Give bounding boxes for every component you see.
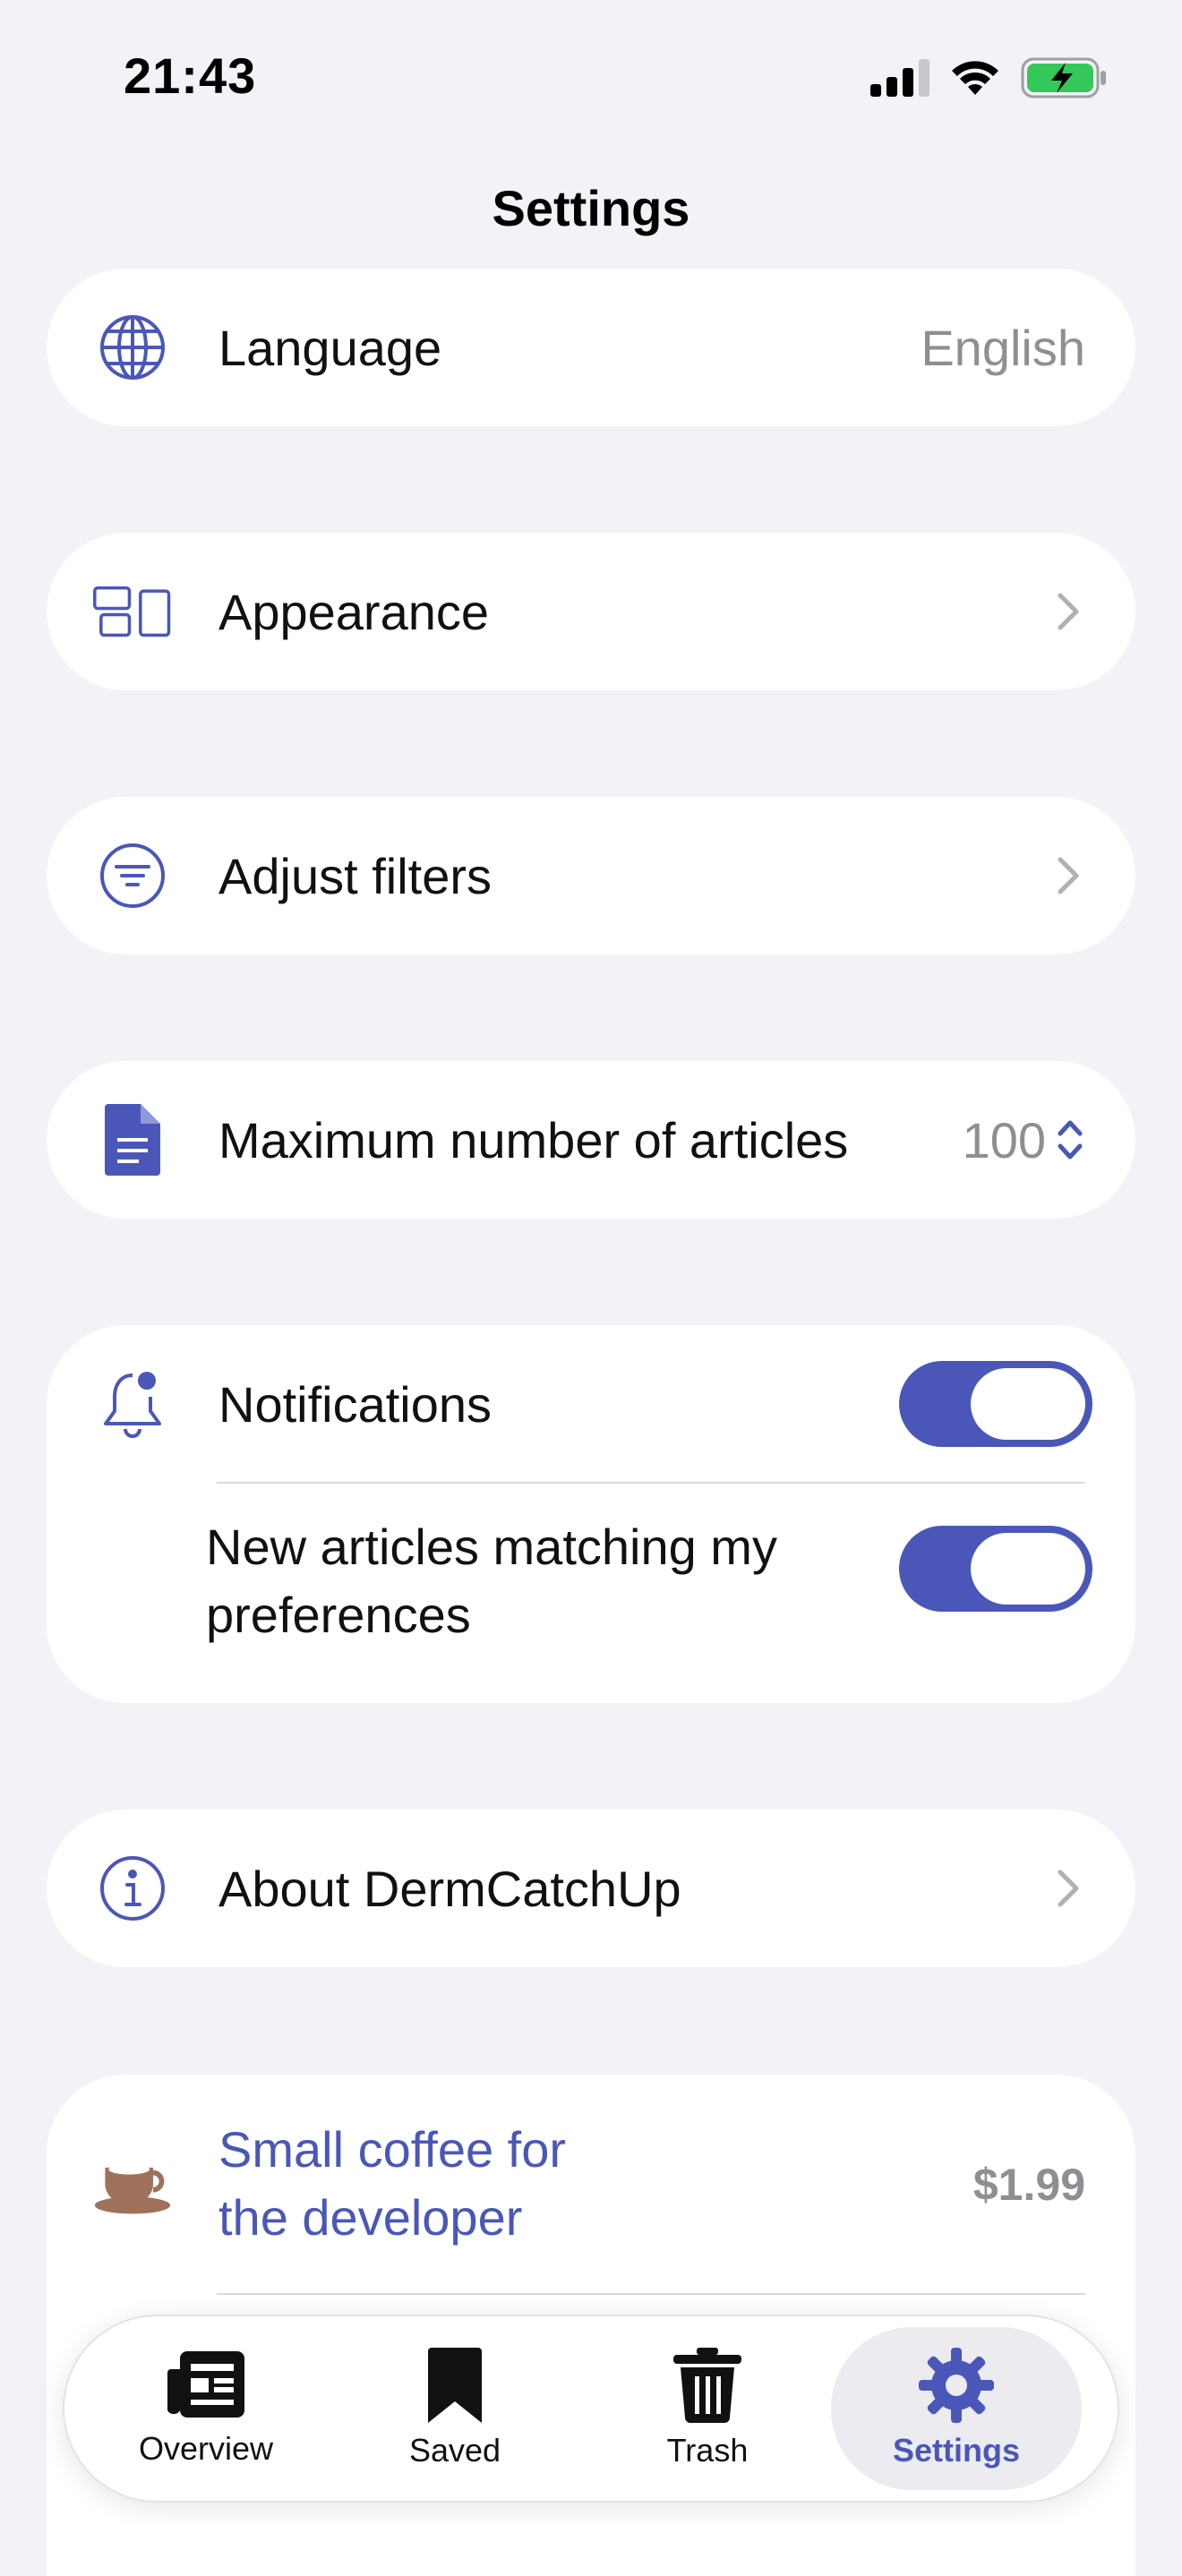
max-articles-value[interactable]: 100 — [963, 1111, 1046, 1169]
about-card: About DermCatchUp — [47, 1810, 1135, 1967]
notifications-toggle[interactable] — [899, 1361, 1092, 1447]
stepper-updown-icon[interactable] — [1055, 1116, 1085, 1164]
new-articles-label-line1: New articles matching my — [206, 1519, 777, 1575]
max-articles-card: Maximum number of articles 100 — [47, 1061, 1135, 1219]
new-articles-label-line2: preferences — [206, 1587, 471, 1643]
new-articles-row: New articles matching my preferences — [47, 1483, 1135, 1703]
status-bar: 21:43 — [0, 0, 1182, 152]
battery-charging-icon — [1021, 57, 1106, 98]
tab-settings-label: Settings — [892, 2432, 1020, 2469]
cellular-signal-icon — [870, 59, 929, 97]
status-icons — [870, 57, 1107, 98]
appearance-label: Appearance — [218, 583, 490, 640]
tab-overview-label: Overview — [138, 2430, 274, 2467]
filters-row[interactable]: Adjust filters — [47, 797, 1135, 954]
new-articles-label: New articles matching my preferences — [206, 1513, 777, 1649]
about-row[interactable]: About DermCatchUp — [47, 1810, 1135, 1967]
filters-label: Adjust filters — [218, 847, 492, 904]
page-title: Settings — [492, 180, 690, 236]
coffee-row[interactable]: Small coffee for the developer $1.99 — [47, 2075, 1135, 2295]
notifications-label: Notifications — [218, 1375, 492, 1433]
newspaper-icon — [167, 2351, 244, 2418]
tab-saved[interactable]: Saved — [330, 2315, 580, 2503]
max-articles-label: Maximum number of articles — [218, 1111, 849, 1168]
bookmark-icon — [428, 2348, 482, 2423]
coffee-price[interactable]: $1.99 — [973, 2159, 1085, 2211]
wifi-icon — [952, 61, 998, 95]
language-label: Language — [218, 319, 442, 376]
tab-trash-label: Trash — [666, 2432, 749, 2469]
status-time: 21:43 — [124, 47, 257, 104]
notifications-card: Notifications New articles matching my p… — [47, 1325, 1135, 1703]
chevron-right-icon — [1058, 1870, 1079, 1907]
layout-icon — [93, 572, 172, 651]
coffee-label: Small coffee for the developer — [218, 2116, 566, 2252]
about-label: About DermCatchUp — [218, 1860, 681, 1917]
info-icon — [93, 1849, 172, 1928]
filter-icon — [93, 836, 172, 915]
max-articles-row[interactable]: Maximum number of articles 100 — [47, 1061, 1135, 1219]
gear-icon — [919, 2348, 994, 2423]
trash-icon — [673, 2348, 741, 2423]
chevron-right-icon — [1058, 857, 1079, 894]
divider — [217, 2293, 1085, 2295]
globe-icon — [93, 308, 172, 387]
toggle-knob — [971, 1533, 1085, 1605]
notifications-row: Notifications — [47, 1325, 1135, 1483]
language-value: English — [921, 319, 1085, 376]
toggle-knob — [971, 1368, 1085, 1440]
language-row[interactable]: Language English — [47, 269, 1135, 426]
tab-saved-label: Saved — [408, 2432, 501, 2469]
coffee-label-line1: Small coffee for — [218, 2121, 567, 2178]
chevron-right-icon — [1058, 593, 1079, 630]
tab-bar: Overview Saved Trash Settings — [63, 2315, 1119, 2503]
document-icon — [93, 1100, 172, 1179]
bell-badge-icon — [93, 1365, 172, 1443]
appearance-row[interactable]: Appearance — [47, 533, 1135, 690]
language-card: Language English — [47, 269, 1135, 426]
coffee-cup-icon — [93, 2145, 172, 2224]
tab-overview[interactable]: Overview — [81, 2315, 331, 2503]
filters-card: Adjust filters — [47, 797, 1135, 954]
tab-settings[interactable]: Settings — [831, 2327, 1082, 2490]
appearance-card: Appearance — [47, 533, 1135, 690]
coffee-label-line2: the developer — [218, 2189, 523, 2246]
tab-trash[interactable]: Trash — [582, 2315, 833, 2503]
new-articles-toggle[interactable] — [899, 1526, 1092, 1612]
